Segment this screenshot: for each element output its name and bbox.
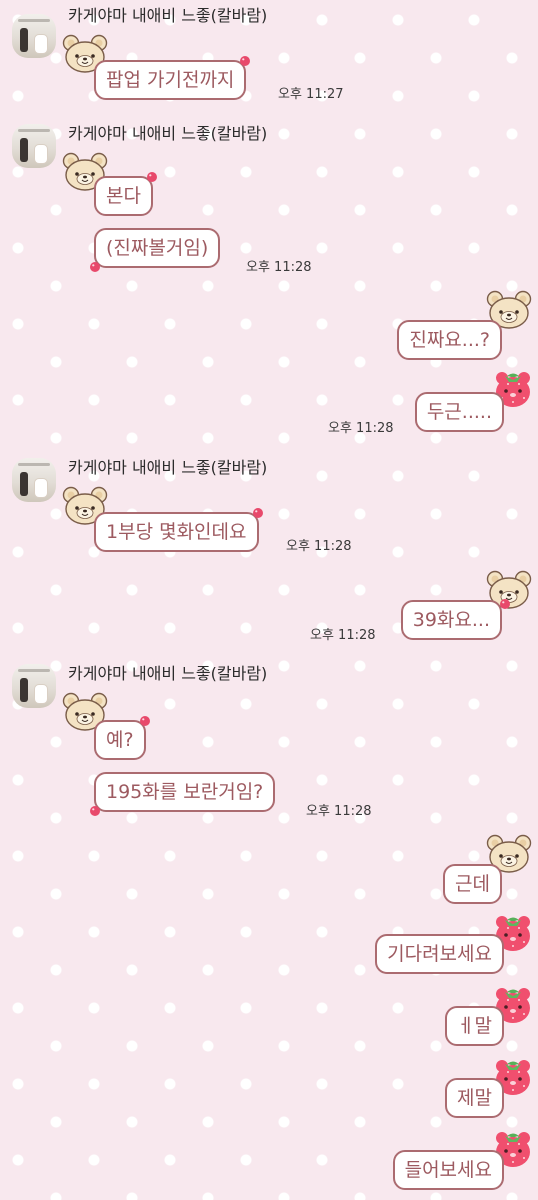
sender-name: 카게야마 내애비 느좋(칼바람) (68, 6, 268, 25)
message-text: 두근..... (426, 401, 492, 423)
message-bubble[interactable]: 두근..... (414, 392, 504, 432)
message-bubble[interactable]: 제말 (445, 1078, 504, 1118)
message-text: 예? (106, 729, 134, 751)
message-time: 오후 11:28 (310, 628, 376, 643)
strawberry-dot-icon (146, 171, 158, 183)
sender-avatar[interactable] (12, 664, 56, 708)
message-text: 제말 (457, 1087, 492, 1109)
message-bubble[interactable]: 들어보세요 (392, 1150, 504, 1190)
message-time: 오후 11:28 (286, 539, 352, 554)
sender-name: 카게야마 내애비 느좋(칼바람) (68, 124, 268, 143)
sender-avatar[interactable] (12, 14, 56, 58)
message-text: 팝업 가기전까지 (106, 69, 235, 91)
strawberry-dot-icon (499, 598, 511, 610)
message-text: 본다 (106, 185, 141, 207)
strawberry-dot-icon (89, 805, 101, 817)
message-text: 진짜요...? (409, 329, 490, 351)
message-text: ㅔ말 (457, 1015, 492, 1037)
message-bubble[interactable]: (진짜볼거임) (94, 228, 221, 268)
message-bubble[interactable]: 195화를 보란거임? (94, 772, 276, 812)
message-bubble[interactable]: 본다 (94, 176, 153, 216)
message-text: 근데 (455, 873, 490, 895)
message-text: 들어보세요 (404, 1159, 492, 1181)
message-bubble[interactable]: 예? (94, 720, 146, 760)
message-time: 오후 11:28 (306, 804, 372, 819)
message-bubble[interactable]: 근데 (443, 864, 502, 904)
sender-name: 카게야마 내애비 느좋(칼바람) (68, 664, 268, 683)
sender-avatar[interactable] (12, 124, 56, 168)
message-text: 기다려보세요 (387, 943, 492, 965)
message-bubble[interactable]: ㅔ말 (445, 1006, 504, 1046)
strawberry-dot-icon (139, 715, 151, 727)
strawberry-dot-icon (252, 507, 264, 519)
message-time: 오후 11:27 (278, 87, 344, 102)
strawberry-dot-icon (89, 261, 101, 273)
message-bubble[interactable]: 기다려보세요 (375, 934, 504, 974)
message-bubble[interactable]: 진짜요...? (397, 320, 502, 360)
message-time: 오후 11:28 (328, 421, 394, 436)
chat-view[interactable]: 카게야마 내애비 느좋(칼바람) 팝업 가기전까지 오후 11:27 카게야마 … (0, 0, 538, 1200)
message-bubble[interactable]: 39화요... (400, 600, 502, 640)
message-text: 195화를 보란거임? (106, 781, 264, 803)
strawberry-dot-icon (239, 55, 251, 67)
message-bubble[interactable]: 팝업 가기전까지 (94, 60, 246, 100)
sender-avatar[interactable] (12, 458, 56, 502)
message-time: 오후 11:28 (246, 260, 312, 275)
message-bubble[interactable]: 1부당 몇화인데요 (94, 512, 259, 552)
sender-name: 카게야마 내애비 느좋(칼바람) (68, 458, 268, 477)
message-text: (진짜볼거임) (106, 237, 209, 259)
message-text: 1부당 몇화인데요 (106, 521, 247, 543)
message-text: 39화요... (412, 609, 490, 631)
